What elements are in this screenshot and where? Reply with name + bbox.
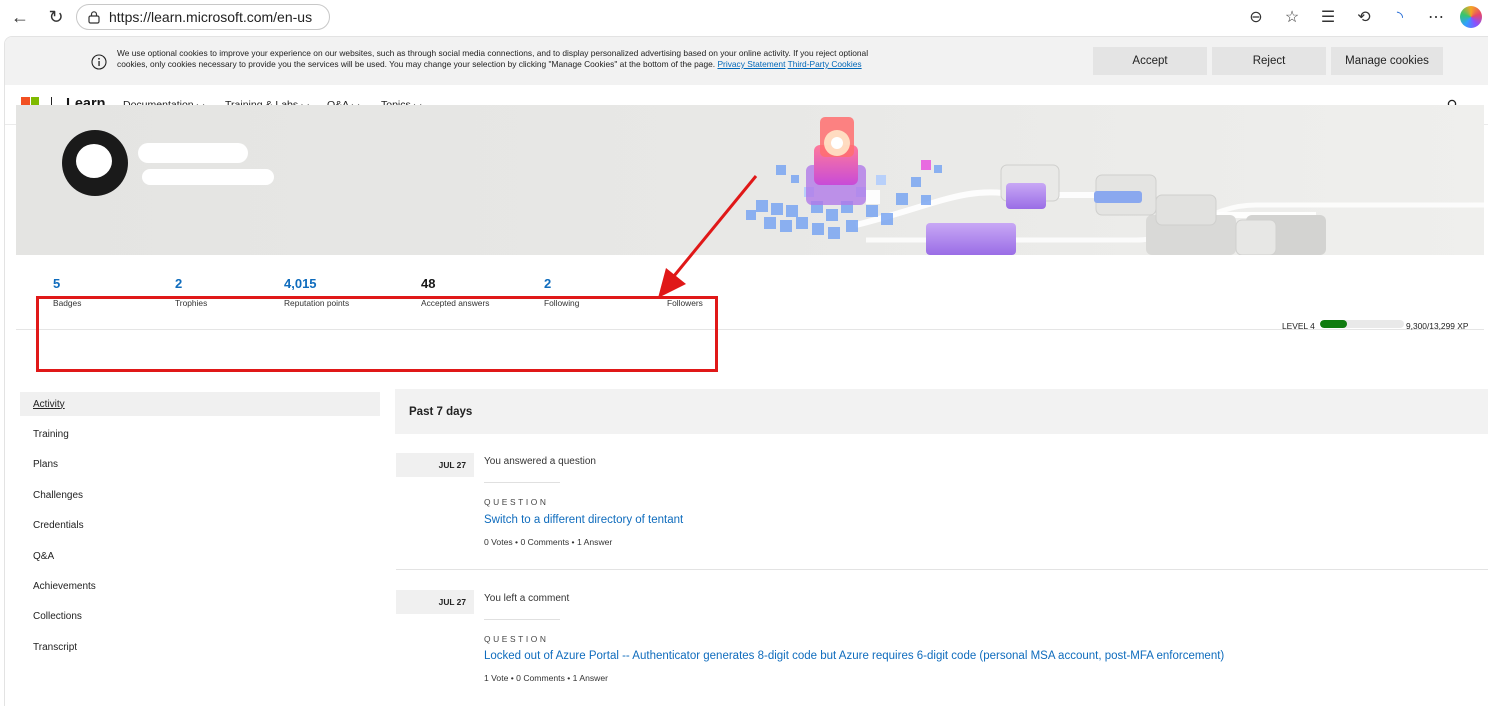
sidebar-item-plans[interactable]: Plans	[20, 452, 380, 476]
xp-progress-fill	[1320, 320, 1347, 328]
activity-action: You left a comment	[484, 593, 570, 604]
level-label: LEVEL 4	[1282, 321, 1315, 331]
privacy-statement-link[interactable]: Privacy Statement	[717, 59, 785, 69]
history-icon[interactable]: ⟲	[1352, 5, 1376, 29]
zoom-icon[interactable]: ⊖	[1244, 5, 1268, 29]
sidebar-item-achievements[interactable]: Achievements	[20, 574, 380, 598]
cookie-text: We use optional cookies to improve your …	[117, 48, 1017, 70]
question-meta: 1 Vote • 0 Comments • 1 Answer	[484, 673, 609, 683]
feed-divider	[396, 569, 1488, 570]
browser-toolbar: ← ↻ https://learn.microsoft.com/en-us ⊖ …	[0, 0, 1488, 34]
redacted-name	[138, 143, 248, 163]
refresh-icon[interactable]: ↻	[44, 5, 68, 29]
redacted-name-line	[142, 169, 274, 185]
sidebar-item-credentials[interactable]: Credentials	[20, 513, 380, 537]
cookie-banner: We use optional cookies to improve your …	[5, 37, 1488, 85]
loading-spinner-icon: ◝	[1396, 9, 1404, 26]
stat-following-value: 2	[544, 276, 552, 291]
copilot-icon[interactable]	[1460, 6, 1482, 28]
stat-reputation-value: 4,015	[284, 276, 317, 291]
manage-cookies-button[interactable]: Manage cookies	[1331, 47, 1443, 75]
sidebar-item-training[interactable]: Training	[20, 422, 380, 446]
sidebar-item-activity[interactable]: Activity	[20, 392, 380, 416]
annotation-arrow-icon	[658, 175, 758, 298]
stat-accepted-answers-value: 48	[421, 276, 436, 291]
reject-button[interactable]: Reject	[1212, 47, 1326, 75]
sidebar-item-qa[interactable]: Q&A	[20, 544, 380, 568]
cookie-text-line2: cookies, only cookies necessary to provi…	[117, 59, 716, 69]
activity-action: You answered a question	[484, 456, 596, 467]
site-info-icon[interactable]	[87, 10, 101, 24]
activity-date: JUL 27	[396, 453, 474, 477]
xp-text: 9,300/13,299 XP	[1406, 321, 1469, 331]
activity-divider	[484, 619, 560, 620]
stat-badges-value: 5	[53, 276, 61, 291]
feed-heading: Past 7 days	[395, 389, 1488, 434]
back-icon[interactable]: ←	[8, 5, 32, 29]
item-type-label: QUESTION	[484, 634, 549, 644]
url-text: https://learn.microsoft.com/en-us	[109, 9, 313, 25]
item-type-label: QUESTION	[484, 497, 549, 507]
annotation-highlight-box	[36, 296, 718, 372]
favorites-list-icon[interactable]: ☰	[1316, 5, 1340, 29]
question-meta: 0 Votes • 0 Comments • 1 Answer	[484, 537, 613, 547]
cookie-text-line1: We use optional cookies to improve your …	[117, 48, 869, 58]
activity-divider	[484, 482, 560, 483]
question-link[interactable]: Locked out of Azure Portal -- Authentica…	[484, 650, 1224, 662]
info-icon	[91, 54, 107, 70]
more-menu-icon[interactable]: ⋯	[1424, 5, 1448, 29]
sidebar-item-collections[interactable]: Collections	[20, 604, 380, 628]
stat-trophies-value: 2	[175, 276, 183, 291]
sidebar-item-transcript[interactable]: Transcript	[20, 635, 380, 659]
banner-illustration	[746, 117, 1484, 255]
xp-progress-bar	[1320, 320, 1404, 328]
activity-date: JUL 27	[396, 590, 474, 614]
avatar	[62, 130, 128, 196]
question-link[interactable]: Switch to a different directory of tenta…	[484, 514, 683, 526]
sidebar-item-challenges[interactable]: Challenges	[20, 483, 380, 507]
third-party-cookies-link[interactable]: Third-Party Cookies	[788, 59, 862, 69]
accept-button[interactable]: Accept	[1093, 47, 1207, 75]
favorite-star-icon[interactable]: ☆	[1280, 5, 1304, 29]
address-bar[interactable]: https://learn.microsoft.com/en-us	[76, 4, 330, 30]
